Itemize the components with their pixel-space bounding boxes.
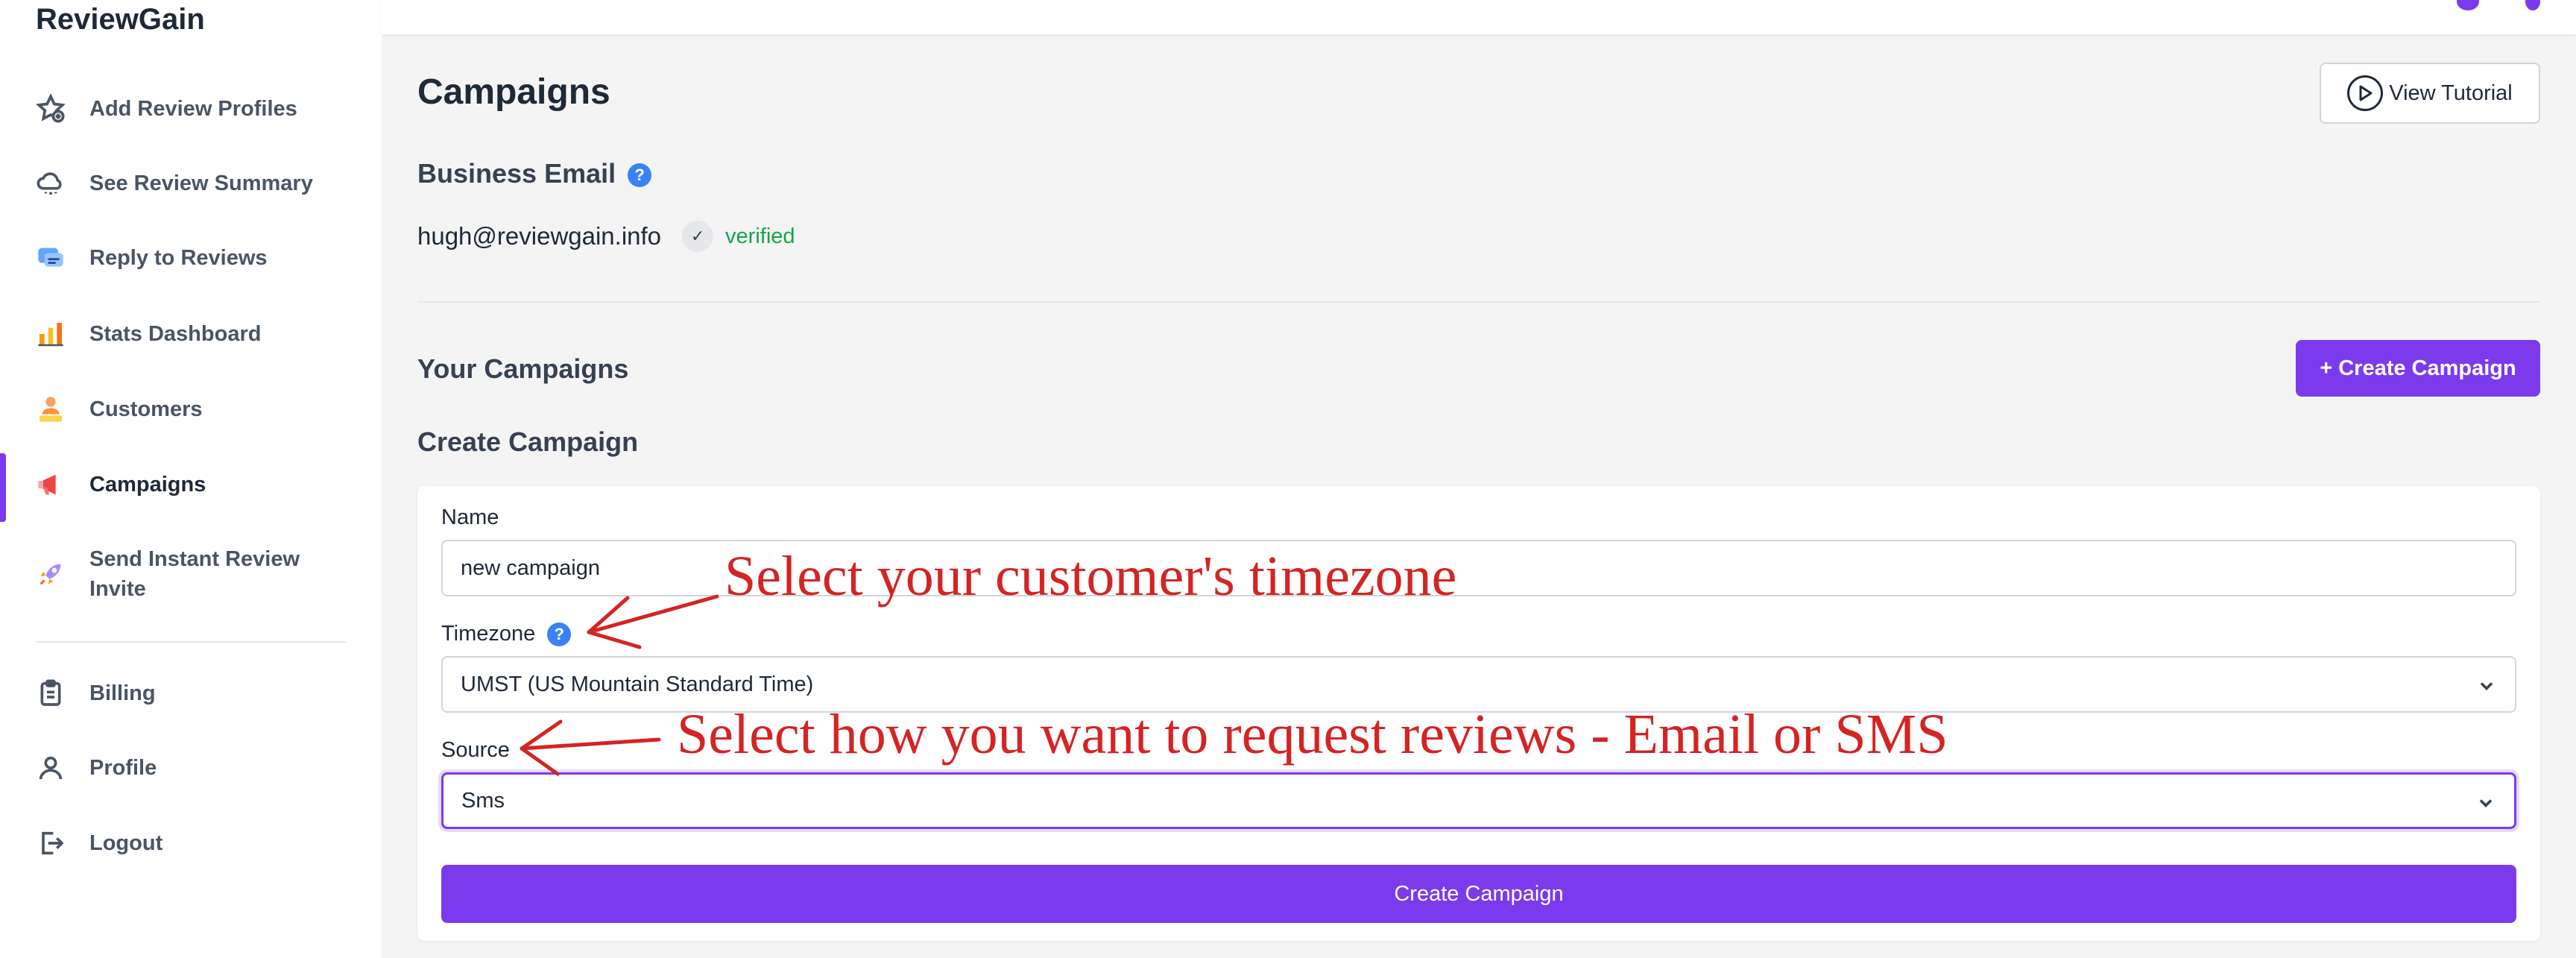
clipboard-icon [36,678,66,708]
source-selected-value: Sms [461,788,505,813]
sidebar-item-label: Campaigns [89,473,206,497]
sidebar-item-campaigns[interactable]: Campaigns [36,470,364,500]
create-campaign-button[interactable]: + Create Campaign [2296,340,2540,397]
sidebar-item-label: See Review Summary [89,171,313,195]
active-indicator [0,453,6,522]
timezone-selected-value: UMST (US Mountain Standard Time) [461,672,814,696]
verified-status: verified [725,224,795,248]
section-divider [417,301,2540,303]
sidebar-item-reply-to-reviews[interactable]: Reply to Reviews [36,243,364,273]
timezone-label-text: Timezone [441,622,536,646]
sidebar-item-label-line2: Invite [89,577,146,601]
help-icon[interactable]: ? [547,623,572,647]
view-tutorial-button[interactable]: View Tutorial [2320,63,2540,124]
source-annotation: Select how you want to request reviews -… [677,703,1948,766]
business-email-heading: Business Email? [417,158,652,189]
sidebar-item-see-review-summary[interactable]: See Review Summary [36,168,364,198]
user-icon [36,753,66,783]
check-icon: ✓ [682,221,714,252]
sidebar-item-label: Profile [89,756,157,780]
brand-logo: ReviewGain [36,3,205,36]
people-icon [36,394,66,424]
sidebar-item-stats-dashboard[interactable]: Stats Dashboard [36,319,364,349]
sidebar-item-customers[interactable]: Customers [36,394,364,424]
sidebar-item-label-line1: Send Instant Review [89,547,300,571]
logout-icon [36,828,66,858]
timezone-annotation: Select your customer's timezone [724,545,1457,608]
bar-chart-icon [36,319,66,349]
your-campaigns-heading: Your Campaigns [417,353,629,384]
sidebar-item-billing[interactable]: Billing [36,678,364,708]
business-email-title: Business Email [417,158,616,189]
sidebar-item-label: Add Review Profiles [89,97,297,121]
sidebar-item-label: Billing [89,681,156,705]
cloud-icon [36,168,66,198]
business-email-row: hugh@reviewgain.info ✓ verified [417,221,795,252]
source-select[interactable]: Sms [441,772,2516,829]
sidebar-item-label: Reply to Reviews [89,246,268,270]
chevron-down-icon [2476,675,2497,696]
sidebar-item-label: Stats Dashboard [89,322,262,346]
name-label: Name [441,505,499,529]
chat-bubble-icon [36,243,66,273]
create-campaign-heading: Create Campaign [417,426,639,457]
sidebar-item-label: Send Instant Review Invite [89,544,300,604]
account-menu-icon[interactable] [2525,0,2540,10]
page-title: Campaigns [417,72,610,112]
sidebar-item-label: Customers [89,397,203,421]
top-bar [382,0,2576,34]
rocket-icon [36,559,66,589]
sidebar-item-send-instant-review-invite[interactable]: Send Instant Review Invite [36,544,364,604]
timezone-label: Timezone? [441,622,572,647]
chevron-down-icon [2475,792,2496,813]
main-content: Campaigns View Tutorial Business Email? … [382,0,2576,958]
sidebar-item-label: Logout [89,831,163,855]
sidebar-item-profile[interactable]: Profile [36,753,364,783]
play-icon [2347,75,2384,111]
help-icon[interactable]: ? [628,163,652,188]
source-label: Source [441,738,510,762]
view-tutorial-label: View Tutorial [2389,81,2513,105]
megaphone-icon [36,470,66,500]
business-email-value: hugh@reviewgain.info [417,222,662,250]
sidebar-divider [36,641,346,643]
sidebar: ReviewGain Add Review Profiles See Revie… [0,0,382,958]
notification-icon[interactable] [2457,0,2479,10]
create-campaign-submit-button[interactable]: Create Campaign [441,865,2516,923]
sidebar-item-logout[interactable]: Logout [36,828,364,858]
star-plus-icon [36,94,66,124]
sidebar-item-add-review-profiles[interactable]: Add Review Profiles [36,94,364,124]
